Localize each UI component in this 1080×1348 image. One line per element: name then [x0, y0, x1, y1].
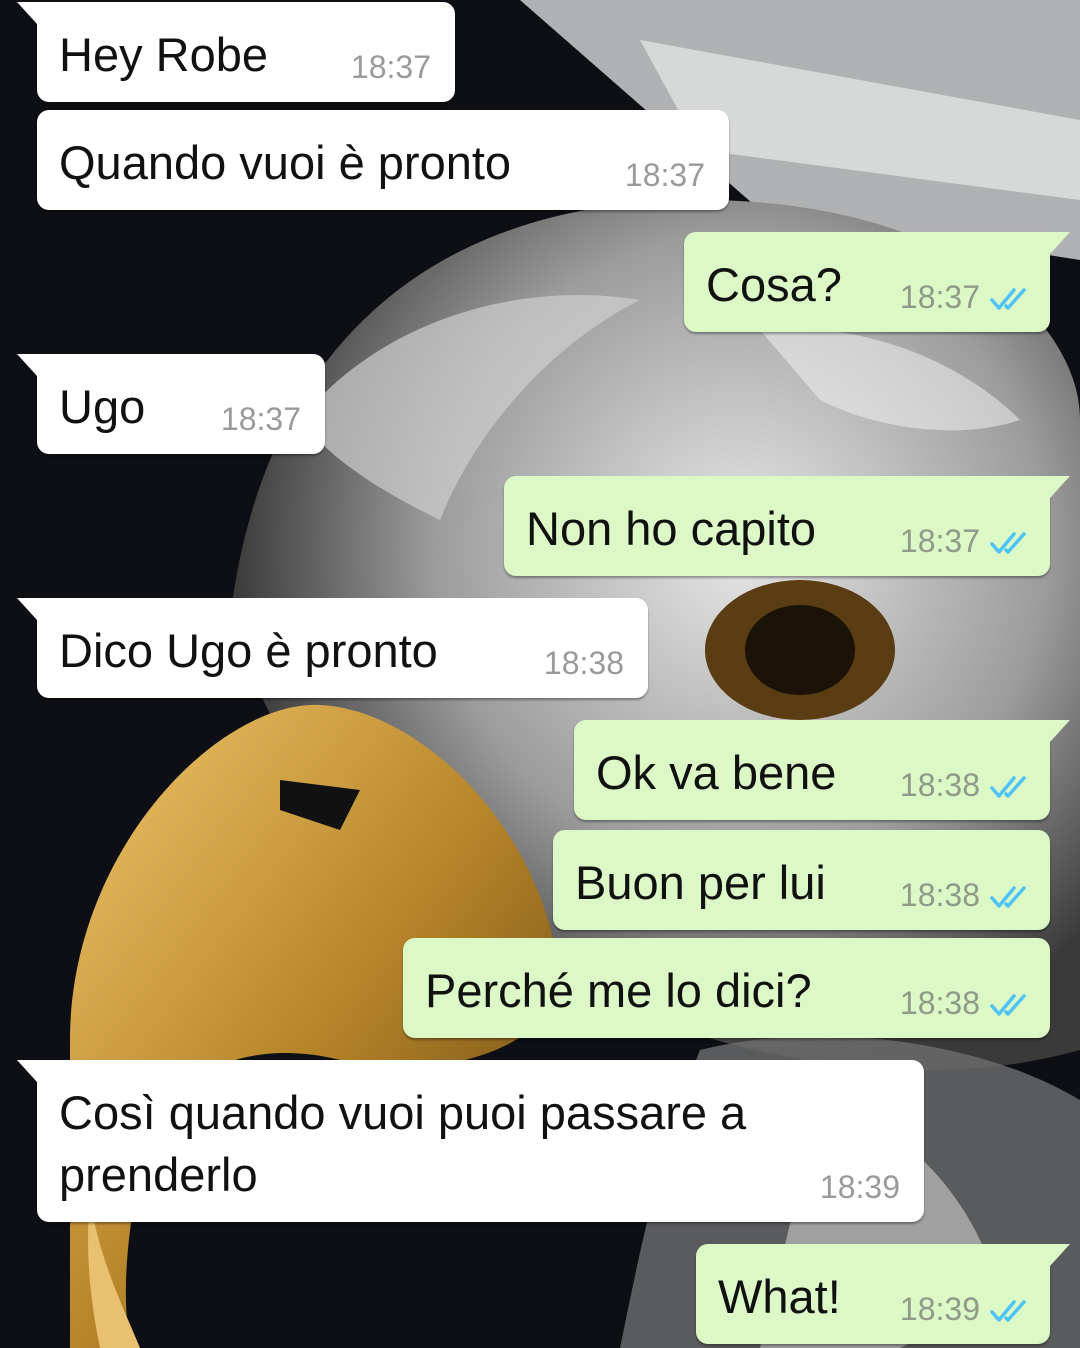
message-incoming[interactable]: Ugo 18:37 [17, 354, 325, 454]
message-time: 18:39 [819, 1169, 900, 1205]
message-text: Dico Ugo è pronto [59, 624, 438, 677]
message-time: 18:37 [624, 157, 705, 193]
message-text: What! [718, 1270, 841, 1323]
message-text: Buon per lui [575, 856, 826, 909]
message-text: Non ho capito [526, 502, 817, 555]
message-outgoing[interactable]: Cosa? 18:37 [684, 232, 1070, 332]
message-text: Perché me lo dici? [425, 964, 812, 1017]
message-time: 18:38 [899, 985, 980, 1021]
message-time: 18:37 [899, 279, 980, 315]
message-time: 18:38 [899, 877, 980, 913]
message-incoming[interactable]: Così quando vuoi puoi passare a prenderl… [17, 1060, 924, 1222]
read-receipt-icon [990, 532, 1026, 554]
message-text: Hey Robe [59, 28, 268, 81]
message-outgoing[interactable]: What! 18:39 [696, 1244, 1070, 1344]
message-text: Quando vuoi è pronto [59, 136, 512, 189]
read-receipt-icon [990, 1300, 1026, 1322]
message-incoming[interactable]: Hey Robe 18:37 [17, 2, 455, 102]
message-outgoing[interactable]: Perché me lo dici? 18:38 .msg.out[style*… [403, 938, 1050, 1038]
message-incoming[interactable]: Quando vuoi è pronto 18:37 [37, 110, 729, 210]
message-text: Così quando vuoi puoi passare a prenderl… [59, 1086, 747, 1201]
message-time: 18:37 [350, 49, 431, 85]
message-outgoing[interactable]: Non ho capito 18:37 [504, 476, 1070, 576]
message-outgoing[interactable]: Buon per lui 18:38 .msg.out[style*="top:… [553, 830, 1050, 930]
read-receipt-icon [990, 288, 1026, 310]
message-text: Ok va bene [596, 746, 837, 799]
message-time: 18:37 [220, 401, 301, 437]
message-incoming[interactable]: Dico Ugo è pronto 18:38 [17, 598, 648, 698]
read-receipt-icon [990, 776, 1026, 798]
message-time: 18:39 [899, 1291, 980, 1327]
chat-thread: Hey Robe 18:37 Quando vuoi è pronto 18:3… [0, 0, 1080, 1348]
message-outgoing[interactable]: Ok va bene 18:38 [574, 720, 1070, 820]
message-text: Ugo [59, 380, 146, 433]
message-time: 18:38 [543, 645, 624, 681]
message-time: 18:37 [899, 523, 980, 559]
message-time: 18:38 [899, 767, 980, 803]
read-receipt-icon [990, 886, 1026, 908]
message-text: Cosa? [706, 258, 842, 311]
read-receipt-icon [990, 994, 1026, 1016]
